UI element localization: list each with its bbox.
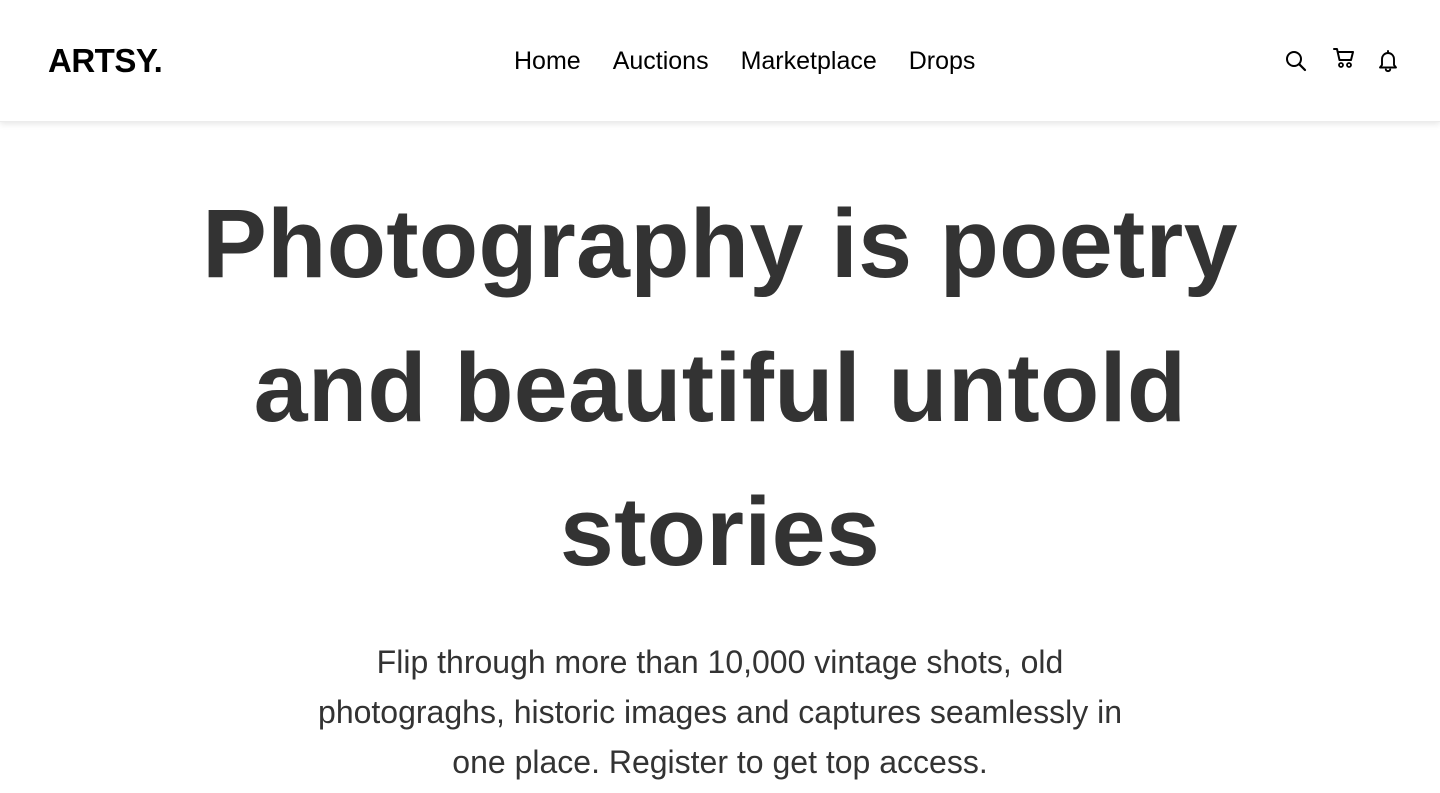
nav-item-marketplace[interactable]: Marketplace bbox=[741, 44, 877, 78]
nav-item-drops[interactable]: Drops bbox=[909, 44, 976, 78]
main-nav: Home Auctions Marketplace Drops bbox=[514, 44, 975, 78]
cart-icon bbox=[1333, 48, 1354, 68]
bell-icon bbox=[1379, 50, 1397, 73]
site-header: ARTSY. Home Auctions Marketplace Drops bbox=[0, 0, 1440, 122]
search-icon bbox=[1286, 51, 1307, 72]
notifications-button[interactable] bbox=[1374, 46, 1402, 76]
header-icon-group bbox=[1282, 46, 1402, 76]
hero-title: Photography is poetry and beautiful unto… bbox=[202, 189, 1238, 586]
site-logo[interactable]: ARTSY. bbox=[48, 41, 163, 81]
hero-subtitle: Flip through more than 10,000 vintage sh… bbox=[318, 644, 1122, 780]
search-button[interactable] bbox=[1282, 46, 1310, 76]
nav-item-auctions[interactable]: Auctions bbox=[613, 44, 709, 78]
nav-item-home[interactable]: Home bbox=[514, 44, 581, 78]
cart-button[interactable] bbox=[1330, 43, 1358, 73]
